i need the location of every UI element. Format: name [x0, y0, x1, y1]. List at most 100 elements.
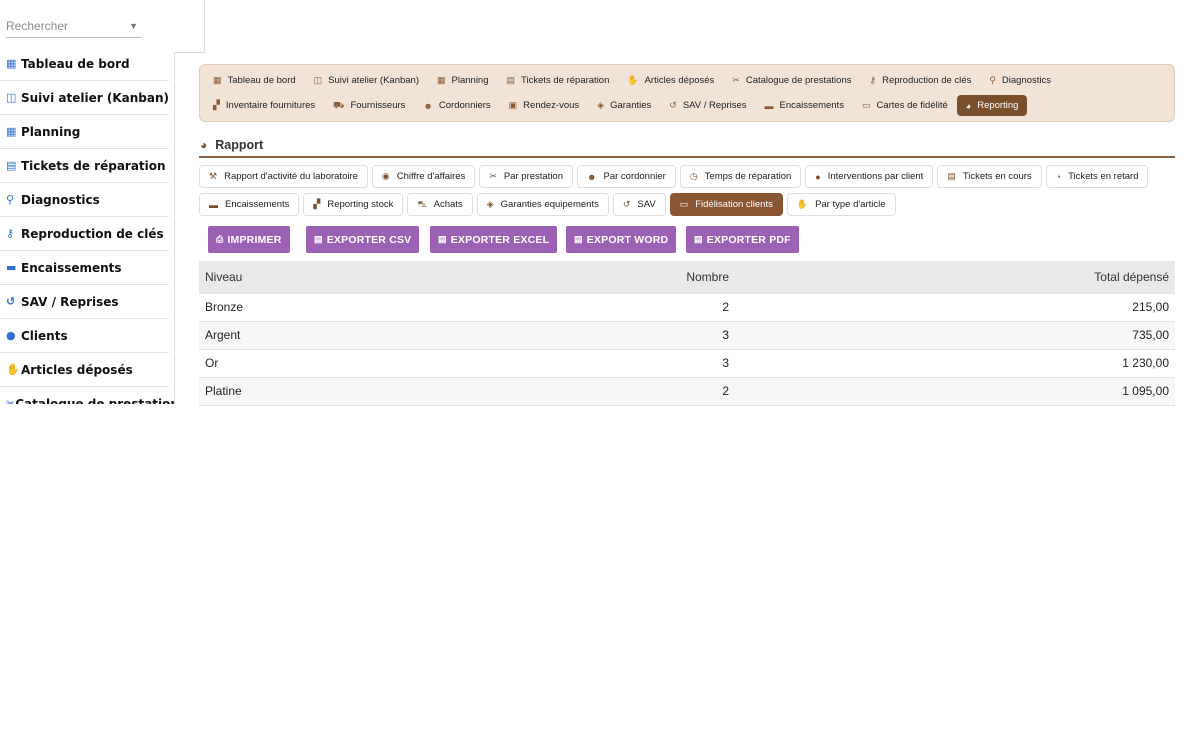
- search-select[interactable]: Rechercher ▼: [6, 16, 142, 38]
- nav-tab-planning[interactable]: ▦ Planning: [428, 70, 498, 91]
- export-word-button[interactable]: ▤ EXPORT WORD: [566, 226, 677, 253]
- boxes-icon: ▞: [213, 100, 220, 110]
- nav-tab-reporting[interactable]: ◕ Reporting: [956, 95, 1028, 116]
- nav-tab-sav-reprises[interactable]: ↺ SAV / Reprises: [660, 95, 755, 116]
- export-word-label: EXPORT WORD: [586, 233, 669, 246]
- report-tab-par-type-d-article[interactable]: ✋ Par type d'article: [786, 193, 896, 216]
- calendar-check-icon: ▣: [508, 100, 518, 110]
- money-icon: ▬: [764, 100, 774, 111]
- cell-niveau: Bronze: [199, 292, 499, 321]
- column-header-nombre[interactable]: Nombre: [499, 261, 735, 293]
- report-tabs-row-2: ▬ Encaissements ▞ Reporting stock ⛍ Achats ◈ Ga…: [199, 193, 896, 216]
- sidebar-item-label: Tableau de bord: [21, 56, 130, 71]
- sidebar-item-clients[interactable]: ● Clients: [0, 319, 169, 353]
- report-tab-fidelisation-clients[interactable]: ▭ Fidélisation clients: [669, 193, 783, 216]
- export-pdf-button[interactable]: ▤ EXPORTER PDF: [686, 226, 799, 253]
- nav-tab-encaissements[interactable]: ▬ Encaissements: [756, 95, 853, 116]
- nav-tab-label: Cordonniers: [438, 100, 491, 111]
- nav-tab-label: Suivi atelier (Kanban): [328, 75, 419, 86]
- sidebar-item-articles-deposes[interactable]: ✋ Articles déposés: [0, 353, 169, 387]
- sidebar-item-tickets-de-reparation[interactable]: ▤ Tickets de réparation: [0, 149, 169, 183]
- table-row: Platine 2 1 095,00: [199, 376, 1175, 406]
- nav-tab-label: Reproduction de clés: [882, 75, 972, 86]
- report-tab-sav[interactable]: ↺ SAV: [612, 193, 666, 216]
- report-tab-encaissements[interactable]: ▬ Encaissements: [199, 193, 300, 216]
- report-tabs-row-1: ⚒ Rapport d'activité du laboratoire ◉ Chiff…: [199, 165, 1149, 188]
- nav-tab-label: Reporting: [977, 100, 1019, 111]
- sidebar-item-sav-reprises[interactable]: ↺ SAV / Reprises: [0, 285, 169, 319]
- nav-tab-suivi-atelier-kanban[interactable]: ◫ Suivi atelier (Kanban): [305, 70, 428, 91]
- search-icon: ⚲: [6, 193, 15, 206]
- report-tab-tickets-en-cours[interactable]: ▤ Tickets en cours: [937, 165, 1042, 188]
- report-tab-interventions-par-client[interactable]: ● Interventions par client: [805, 165, 934, 188]
- nav-tab-tableau-de-bord[interactable]: ▦ Tableau de bord: [204, 70, 305, 91]
- undo-icon: ↺: [6, 295, 16, 308]
- nav-tab-reproduction-de-cles[interactable]: ⚷ Reproduction de clés: [860, 70, 980, 91]
- report-tab-achats[interactable]: ⛍ Achats: [407, 193, 473, 216]
- report-tab-label: Tickets en retard: [1068, 171, 1139, 182]
- nav-tab-label: Diagnostics: [1001, 75, 1052, 86]
- cell-niveau: Argent: [199, 320, 499, 349]
- nav-tab-label: Cartes de fidélité: [876, 100, 948, 111]
- report-tab-reporting-stock[interactable]: ▞ Reporting stock: [303, 193, 404, 216]
- shield-icon: ◈: [597, 100, 605, 110]
- money-icon: ▬: [6, 261, 17, 274]
- nav-tab-inventaire-fournitures[interactable]: ▞ Inventaire fournitures: [204, 95, 324, 116]
- report-tab-chiffre-d-affaires[interactable]: ◉ Chiffre d'affaires: [371, 165, 476, 188]
- cell-total: 1 230,00: [735, 348, 1175, 377]
- sidebar-item-label: SAV / Reprises: [21, 294, 119, 309]
- sidebar-item-diagnostics[interactable]: ⚲ Diagnostics: [0, 183, 169, 217]
- calendar-icon: ▦: [6, 125, 17, 138]
- sidebar-item-tableau-de-bord[interactable]: ▦ Tableau de bord: [0, 47, 169, 81]
- report-tab-label: Interventions par client: [827, 171, 924, 182]
- report-tab-par-cordonnier[interactable]: ☻ Par cordonnier: [577, 165, 676, 188]
- sidebar-item-label: Encaissements: [21, 260, 122, 275]
- cell-total: 735,00: [735, 320, 1175, 349]
- table-header-row: Niveau Nombre Total dépensé: [199, 261, 1175, 293]
- nav-tab-cordonniers[interactable]: ☻ Cordonniers: [414, 95, 499, 116]
- tools-icon: ✂: [6, 397, 16, 404]
- sidebar-item-planning[interactable]: ▦ Planning: [0, 115, 169, 149]
- sidebar-item-catalogue-de-prestations[interactable]: ✂ Catalogue de prestations: [0, 387, 174, 405]
- report-tab-temps-de-reparation[interactable]: ◷ Temps de réparation: [679, 165, 802, 188]
- report-tab-rapport-d-activite-du-laboratoire[interactable]: ⚒ Rapport d'activité du laboratoire: [199, 165, 368, 188]
- cell-total: 215,00: [735, 292, 1175, 321]
- nav-tab-label: Rendez-vous: [523, 100, 580, 111]
- nav-tab-garanties[interactable]: ◈ Garanties: [588, 95, 660, 116]
- report-tab-par-prestation[interactable]: ✂ Par prestation: [479, 165, 574, 188]
- report-tab-garanties-equipements[interactable]: ◈ Garanties equipements: [476, 193, 609, 216]
- cell-nombre: 2: [499, 376, 735, 406]
- chevron-down-icon[interactable]: ▼: [129, 16, 138, 36]
- sidebar-item-label: Clients: [21, 328, 68, 343]
- sidebar-item-reproduction-de-cles[interactable]: ⚷ Reproduction de clés: [0, 217, 169, 251]
- export-pdf-label: EXPORTER PDF: [706, 233, 791, 246]
- print-button[interactable]: ⎙ IMPRIMER: [208, 226, 290, 253]
- nav-tab-articles-deposes[interactable]: ✋ Articles déposés: [618, 70, 723, 91]
- search-placeholder: Rechercher: [6, 19, 69, 33]
- column-header-niveau[interactable]: Niveau: [199, 261, 499, 293]
- nav-tab-fournisseurs[interactable]: ⛟ Fournisseurs: [324, 95, 414, 116]
- file-pdf-icon: ▤: [694, 234, 703, 244]
- nav-tab-tickets-de-reparation[interactable]: ▤ Tickets de réparation: [498, 70, 619, 91]
- nav-tab-diagnostics[interactable]: ⚲ Diagnostics: [980, 70, 1060, 91]
- boxes-icon: ▞: [313, 199, 321, 209]
- cell-nombre: 3: [499, 320, 735, 349]
- sidebar-item-suivi-atelier-kanban[interactable]: ◫ Suivi atelier (Kanban): [0, 81, 169, 115]
- nav-tab-label: Tickets de réparation: [521, 75, 610, 86]
- column-header-total[interactable]: Total dépensé: [735, 261, 1175, 293]
- sidebar-item-encaissements[interactable]: ▬ Encaissements: [0, 251, 169, 285]
- sidebar-item-label: Catalogue de prestations: [15, 396, 175, 405]
- nav-tab-rendez-vous[interactable]: ▣ Rendez-vous: [500, 95, 589, 116]
- hand-icon: ✋: [627, 75, 639, 85]
- nav-tab-label: Articles déposés: [644, 75, 715, 86]
- sidebar-item-label: Planning: [21, 124, 81, 139]
- calendar-icon: ▦: [437, 75, 446, 85]
- export-excel-button[interactable]: ▤ EXPORTER EXCEL: [430, 226, 558, 253]
- report-tab-tickets-en-retard[interactable]: ◔ Tickets en retard: [1045, 165, 1149, 188]
- export-csv-button[interactable]: ▤ EXPORTER CSV: [306, 226, 420, 253]
- hand-icon: ✋: [6, 363, 20, 376]
- nav-tab-cartes-de-fidelite[interactable]: ▭ Cartes de fidélité: [853, 95, 957, 116]
- user-icon: ●: [815, 171, 821, 182]
- columns-icon: ◫: [6, 91, 17, 104]
- nav-tab-catalogue-de-prestations[interactable]: ✂ Catalogue de prestations: [723, 70, 860, 91]
